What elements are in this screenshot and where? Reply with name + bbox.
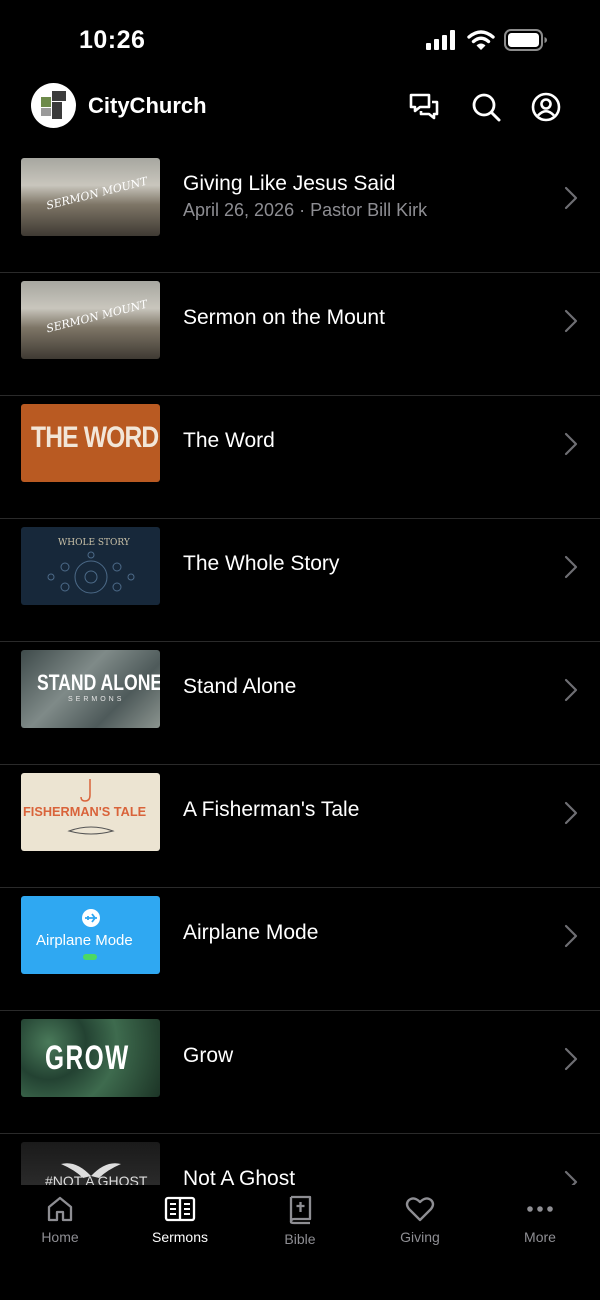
thumbnail-text: GROW (45, 1039, 130, 1077)
brand-name: CityChurch (88, 93, 207, 118)
search-button[interactable] (470, 91, 502, 123)
sermon-row[interactable]: GROW Grow (0, 1011, 600, 1134)
status-bar: 10:26 (0, 0, 600, 80)
more-icon (527, 1206, 553, 1212)
sermon-thumbnail: GROW (21, 1019, 160, 1097)
sermon-title: Stand Alone (183, 675, 297, 698)
sermon-title: A Fisherman's Tale (183, 798, 360, 821)
thumbnail-text: #NOT A GHOST (45, 1173, 148, 1185)
sermon-thumbnail: #NOT A GHOST (21, 1142, 160, 1185)
sermon-thumbnail: THE WORD (21, 404, 160, 482)
sermon-row[interactable]: SERMON MOUNT Giving Like Jesus Said Apri… (0, 150, 600, 273)
status-icons (426, 29, 548, 51)
thumbnail-text: STAND ALONE (37, 670, 160, 695)
sermon-row[interactable]: WHOLE STORY The Whole Story (0, 519, 600, 642)
thumbnail-text: SERMON MOUNT (44, 174, 149, 213)
toggle-icon (83, 954, 97, 960)
sermon-list: SERMON MOUNT Giving Like Jesus Said Apri… (0, 150, 600, 1185)
heart-icon (405, 1197, 435, 1222)
tab-bible[interactable]: Bible (240, 1195, 360, 1247)
sermon-thumbnail: SERMON MOUNT (21, 281, 160, 359)
thumbnail-text: Airplane Mode (36, 932, 133, 949)
chevron-right-icon (564, 309, 578, 333)
search-icon (472, 93, 501, 122)
sermon-row[interactable]: FISHERMAN'S TALE A Fisherman's Tale (0, 765, 600, 888)
chat-button[interactable] (408, 91, 440, 123)
thumbnail-text: FISHERMAN'S TALE (23, 804, 147, 819)
sermon-row[interactable]: SERMON MOUNT Sermon on the Mount (0, 273, 600, 396)
tab-label: Sermons (151, 1229, 209, 1245)
chevron-right-icon (564, 1047, 578, 1071)
sermon-thumbnail: STAND ALONE SERMONS (21, 650, 160, 728)
sermon-title: The Word (183, 429, 275, 452)
sermon-title: Airplane Mode (183, 921, 319, 944)
tab-home[interactable]: Home (0, 1195, 120, 1245)
thumbnail-subtext: SERMONS (68, 696, 125, 703)
chevron-right-icon (564, 924, 578, 948)
bible-icon (289, 1195, 312, 1225)
tab-label: Giving (400, 1229, 440, 1245)
tab-more[interactable]: More (480, 1195, 600, 1245)
sermon-title: Not A Ghost (183, 1167, 296, 1185)
chevron-right-icon (564, 678, 578, 702)
sermon-title: Giving Like Jesus Said (183, 172, 396, 195)
home-icon (47, 1196, 73, 1222)
story-emblem-icon (47, 551, 135, 594)
chat-icon (409, 93, 439, 120)
book-icon (164, 1196, 196, 1222)
logo-icon (41, 91, 66, 119)
airplane-icon (82, 909, 100, 927)
sermon-title: Grow (183, 1044, 234, 1067)
sermon-thumbnail: SERMON MOUNT (21, 158, 160, 236)
status-time: 10:26 (79, 26, 146, 54)
sermon-title: Sermon on the Mount (183, 306, 385, 329)
tab-label: Bible (284, 1231, 316, 1247)
sermon-row[interactable]: Airplane Mode Airplane Mode (0, 888, 600, 1011)
sermon-row[interactable]: STAND ALONE SERMONS Stand Alone (0, 642, 600, 765)
tab-bar: Home Sermons Bible Giving More (0, 1185, 600, 1300)
tab-label: More (524, 1229, 556, 1245)
sermon-row[interactable]: THE WORD The Word (0, 396, 600, 519)
chevron-right-icon (564, 1170, 578, 1185)
sermon-subtitle: April 26, 2026 · Pastor Bill Kirk (183, 200, 428, 220)
app-header: CityChurch (0, 80, 600, 150)
tab-label: Home (41, 1229, 79, 1245)
chevron-right-icon (564, 801, 578, 825)
tab-sermons[interactable]: Sermons (120, 1195, 240, 1245)
thumbnail-text: THE WORD (31, 421, 159, 454)
chevron-right-icon (564, 555, 578, 579)
tab-giving[interactable]: Giving (360, 1195, 480, 1245)
chevron-right-icon (564, 186, 578, 210)
sermon-title: The Whole Story (183, 552, 340, 575)
sermon-thumbnail: FISHERMAN'S TALE (21, 773, 160, 851)
sermon-thumbnail: Airplane Mode (21, 896, 160, 974)
signal-icon (426, 30, 455, 50)
sermon-thumbnail: WHOLE STORY (21, 527, 160, 605)
battery-icon (504, 29, 547, 51)
wifi-icon (467, 29, 495, 50)
chevron-right-icon (564, 432, 578, 456)
account-icon (531, 92, 561, 122)
account-button[interactable] (530, 91, 562, 123)
church-logo[interactable] (31, 83, 76, 128)
sermon-row[interactable]: #NOT A GHOST Not A Ghost (0, 1134, 600, 1185)
thumbnail-text: SERMON MOUNT (44, 297, 149, 336)
